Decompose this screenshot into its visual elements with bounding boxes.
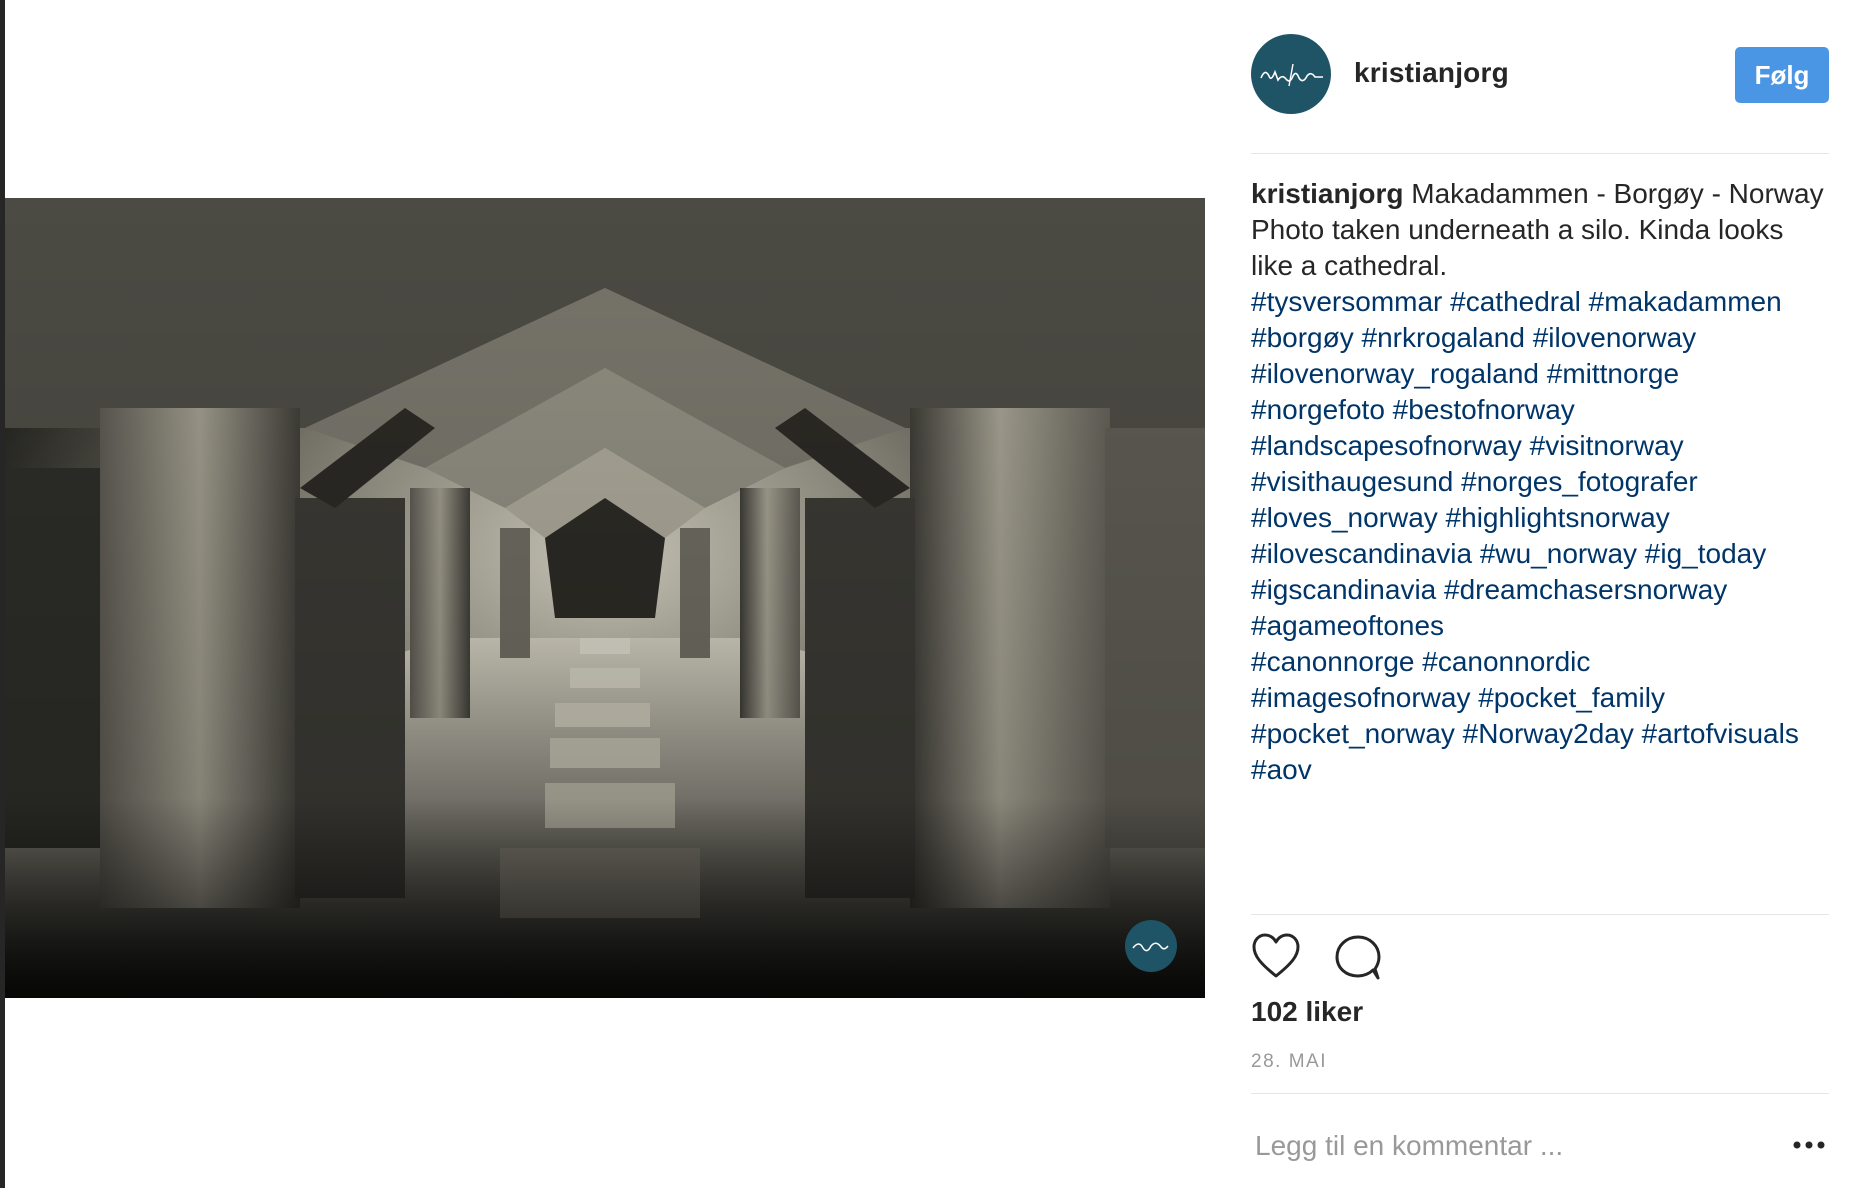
comment-bubble-icon[interactable]: [1333, 932, 1383, 982]
comment-input[interactable]: [1251, 1124, 1775, 1168]
instagram-post-page: kristianjorg Følg kristianjorg Makadamme…: [0, 0, 1872, 1188]
hashtag-line[interactable]: #pocket_norway #Norway2day #artofvisuals: [1251, 716, 1829, 752]
hashtag-line[interactable]: #agameoftones: [1251, 608, 1829, 644]
avatar[interactable]: [1251, 34, 1331, 114]
hashtag-line[interactable]: #loves_norway #highlightsnorway: [1251, 500, 1829, 536]
hashtag-line[interactable]: #imagesofnorway #pocket_family: [1251, 680, 1829, 716]
hashtag-line[interactable]: #canonnorge #canonnordic: [1251, 644, 1829, 680]
post-date: 28. MAI: [1251, 1051, 1327, 1072]
hashtags: #tysversommar #cathedral #makadammen #bo…: [1251, 284, 1829, 788]
post-photo[interactable]: [5, 198, 1205, 998]
like-count[interactable]: 102 liker: [1251, 996, 1363, 1028]
hashtag-line[interactable]: #aov: [1251, 752, 1829, 788]
hashtag-line[interactable]: #visithaugesund #norges_fotografer: [1251, 464, 1829, 500]
caption-divider: [1251, 914, 1829, 915]
hashtag-line[interactable]: #ilovescandinavia #wu_norway #ig_today: [1251, 536, 1829, 572]
caption-username[interactable]: kristianjorg: [1251, 178, 1403, 209]
hashtag-line[interactable]: #borgøy #nrkrogaland #ilovenorway: [1251, 320, 1829, 356]
hashtag-line[interactable]: #tysversommar #cathedral #makadammen: [1251, 284, 1829, 320]
post-details-panel: kristianjorg Følg kristianjorg Makadamme…: [1251, 0, 1829, 1188]
header-username[interactable]: kristianjorg: [1354, 57, 1509, 89]
post-header: kristianjorg Følg: [1251, 34, 1829, 114]
hashtag-line[interactable]: #ilovenorway_rogaland #mittnorge: [1251, 356, 1829, 392]
hashtag-line[interactable]: #igscandinavia #dreamchasersnorway: [1251, 572, 1829, 608]
caption-text: Photo taken underneath a silo. Kinda loo…: [1251, 214, 1784, 281]
caption-title: Makadammen - Borgøy - Norway: [1403, 178, 1824, 209]
heart-icon[interactable]: [1251, 932, 1301, 982]
header-divider: [1251, 153, 1829, 154]
post-caption: kristianjorg Makadammen - Borgøy - Norwa…: [1251, 176, 1829, 788]
hashtag-line[interactable]: #landscapesofnorway #visitnorway: [1251, 428, 1829, 464]
signature-logo: [1260, 63, 1323, 87]
follow-button[interactable]: Følg: [1735, 47, 1829, 103]
footer-divider: [1251, 1093, 1829, 1094]
more-options-icon[interactable]: [1789, 1130, 1829, 1160]
hashtag-line[interactable]: #norgefoto #bestofnorway: [1251, 392, 1829, 428]
silo-cathedral-photo: [5, 198, 1205, 998]
